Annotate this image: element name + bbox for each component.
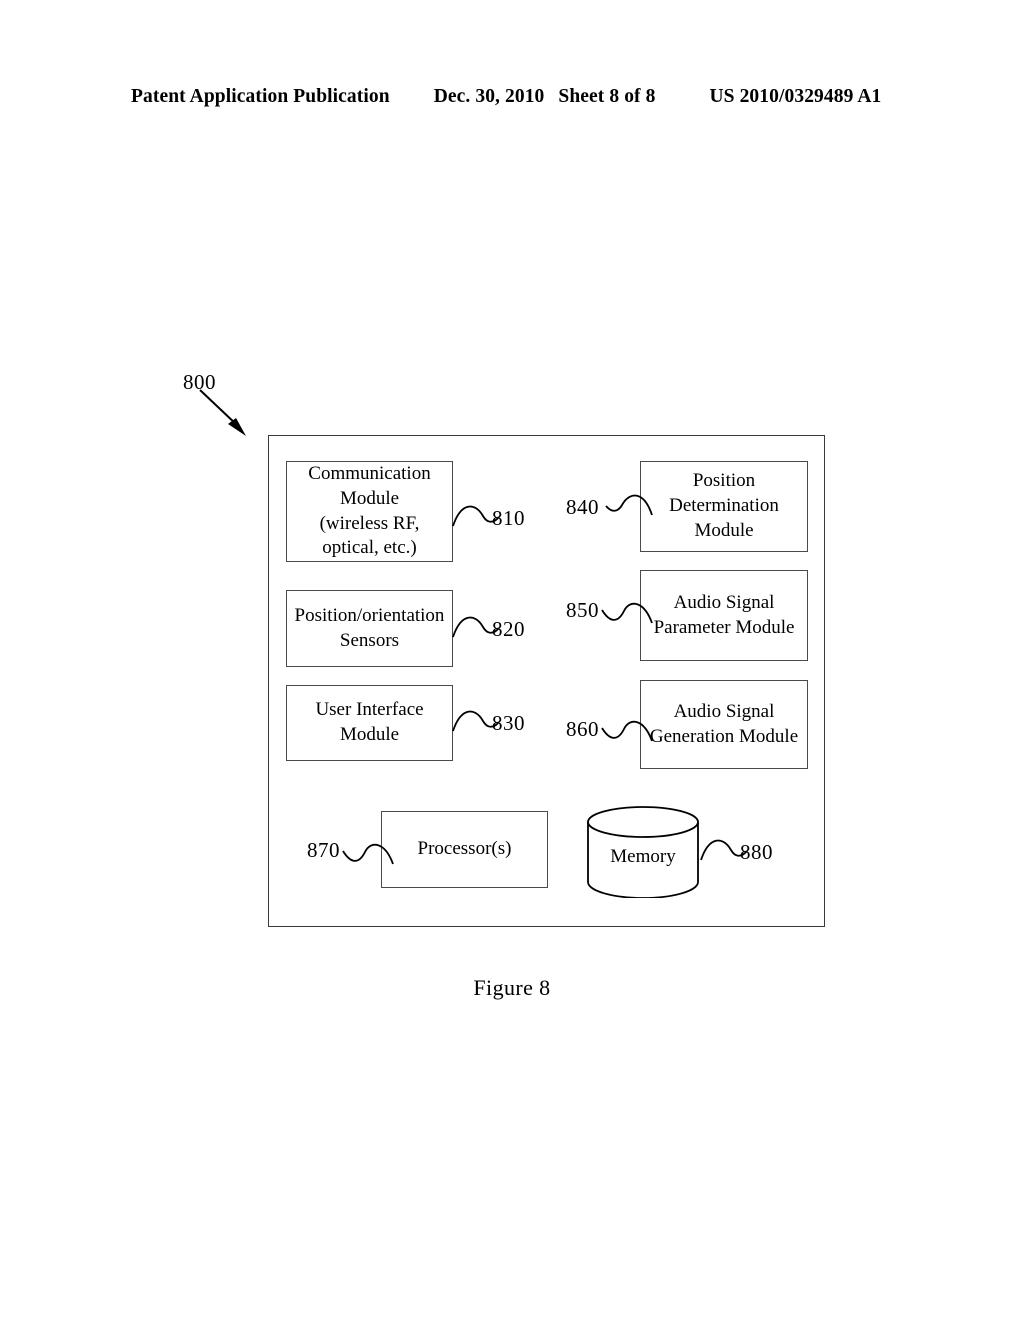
- reference-number-820: 820: [492, 617, 525, 641]
- block-840-line2: Determination: [669, 495, 779, 517]
- leader-line-860: [600, 715, 653, 749]
- leader-line-850: [600, 597, 653, 631]
- block-position-orientation-sensors: Position/orientation Sensors: [286, 590, 453, 667]
- block-820-line2: Sensors: [339, 629, 400, 651]
- block-810-line1: Communication: [308, 463, 431, 485]
- block-830-line1: User Interface: [315, 699, 424, 721]
- block-820-line1: Position/orientation: [294, 604, 445, 626]
- patent-figure: 800 Communication Module (wireless RF, o…: [0, 0, 1024, 1320]
- block-810-line4: optical, etc.): [322, 537, 417, 559]
- leader-line-840: [600, 489, 653, 523]
- leader-line-870: [341, 838, 394, 872]
- block-840-line1: Position: [692, 470, 756, 492]
- system-reference-arrow-icon: [199, 389, 246, 436]
- block-position-determination-module: Position Determination Module: [640, 461, 808, 552]
- block-850-line1: Audio Signal: [673, 591, 775, 613]
- reference-number-810: 810: [492, 506, 525, 530]
- block-840-line3: Module: [694, 519, 754, 541]
- figure-caption: Figure 8: [473, 975, 551, 1000]
- block-860-line1: Audio Signal: [673, 700, 775, 722]
- reference-number-880: 880: [740, 840, 773, 864]
- block-memory-cylinder: Memory: [586, 806, 700, 898]
- reference-number-850: 850: [566, 598, 599, 622]
- block-850-line2: Parameter Module: [653, 616, 795, 638]
- block-810-line3: (wireless RF,: [319, 512, 420, 534]
- block-audio-signal-generation-module: Audio Signal Generation Module: [640, 680, 808, 769]
- block-810-line2: Module: [339, 487, 400, 509]
- block-870-line1: Processor(s): [417, 838, 512, 860]
- block-880-label: Memory: [610, 846, 676, 867]
- block-user-interface-module: User Interface Module: [286, 685, 453, 761]
- reference-number-840: 840: [566, 495, 599, 519]
- block-processors: Processor(s): [381, 811, 548, 888]
- block-communication-module: Communication Module (wireless RF, optic…: [286, 461, 453, 562]
- block-830-line2: Module: [339, 724, 400, 745]
- block-audio-signal-parameter-module: Audio Signal Parameter Module: [640, 570, 808, 661]
- reference-number-830: 830: [492, 711, 525, 735]
- block-860-line2: Generation Module: [649, 725, 799, 747]
- reference-number-870: 870: [307, 838, 340, 862]
- reference-number-860: 860: [566, 717, 599, 741]
